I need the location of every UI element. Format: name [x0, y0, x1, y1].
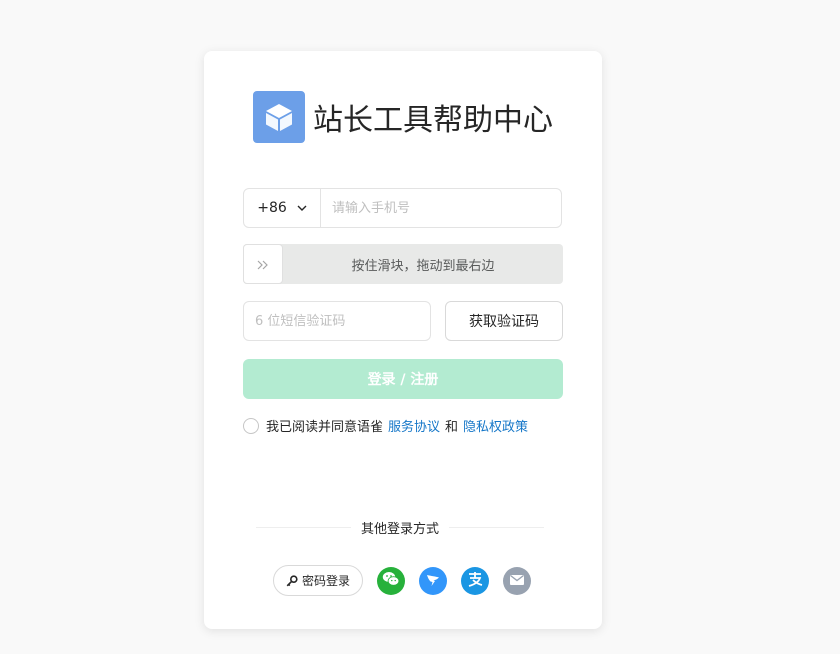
other-login-title: 其他登录方式 [361, 521, 440, 537]
agreement-radio[interactable] [243, 417, 259, 434]
wechat-login-button[interactable] [377, 566, 405, 595]
agreement-text: 我已阅读并同意语雀 [266, 420, 384, 435]
slider-label: 按住滑块，拖动到最右边 [351, 258, 495, 274]
get-code-button[interactable]: 获取验证码 [445, 301, 563, 341]
slider-handle[interactable] [243, 244, 283, 284]
password-login-label: 密码登录 [301, 574, 350, 588]
brand-header: 站长工具帮助中心 [253, 91, 553, 143]
phone-input[interactable] [321, 189, 561, 227]
login-register-button[interactable]: 登录 / 注册 [243, 359, 563, 399]
email-icon [509, 571, 525, 590]
chevron-down-icon [297, 205, 307, 211]
password-login-button[interactable]: 密码登录 [273, 565, 363, 596]
wechat-icon [382, 571, 400, 591]
brand-title: 站长工具帮助中心 [313, 103, 553, 138]
agreement-row: 我已阅读并同意语雀 服务协议 和 隐私权政策 [243, 416, 528, 435]
login-card: 站长工具帮助中心 +86 按住滑块，拖动到最右边 获取验证码 登录 / 注册 我… [204, 51, 602, 629]
dingtalk-login-button[interactable] [419, 566, 447, 595]
alipay-icon [466, 570, 484, 592]
email-login-button[interactable] [503, 566, 531, 595]
service-agreement-link[interactable]: 服务协议 [388, 416, 440, 435]
privacy-policy-link[interactable]: 隐私权政策 [463, 416, 528, 435]
agreement-and-text: 和 [445, 420, 459, 435]
divider-line-left [256, 526, 351, 528]
alipay-login-button[interactable] [461, 566, 489, 595]
dingtalk-icon [425, 571, 441, 591]
divider-line-right [449, 526, 545, 528]
key-icon [286, 574, 298, 587]
phone-field-group: +86 [243, 188, 562, 228]
cube-icon [253, 91, 305, 143]
other-login-methods: 密码登录 [273, 565, 531, 596]
slider-captcha: 按住滑块，拖动到最右边 [243, 244, 563, 284]
double-chevron-right-icon [257, 255, 269, 274]
country-code-select[interactable]: +86 [244, 189, 321, 227]
sms-code-input[interactable] [243, 301, 431, 341]
other-login-divider: 其他登录方式 [256, 518, 545, 537]
country-code-value: +86 [257, 200, 287, 216]
